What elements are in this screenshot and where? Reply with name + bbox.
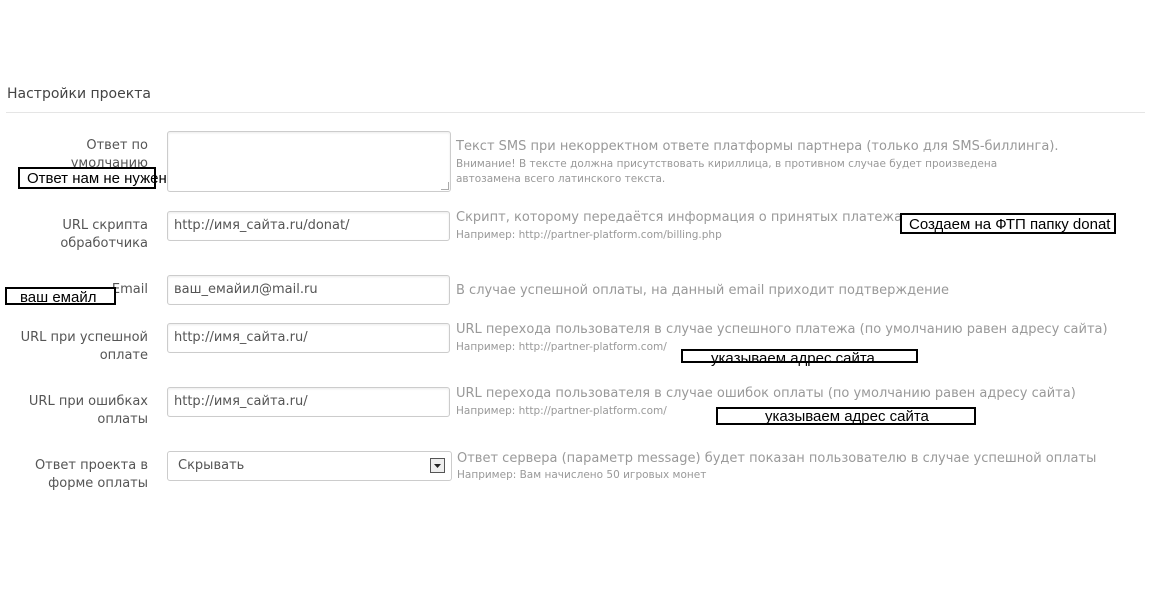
- chevron-down-icon: [434, 464, 441, 468]
- handler-url-help: Скрипт, которому передаётся информация о…: [456, 210, 910, 225]
- annotation-success-url: указываем адрес сайта: [681, 349, 918, 367]
- annotation-error-url: указываем адрес сайта: [716, 407, 976, 425]
- handler-url-example: Например: http://partner-platform.com/bi…: [456, 229, 722, 241]
- annotation-email: ваш емайл: [5, 287, 116, 306]
- error-url-example: Например: http://partner-platform.com/: [456, 405, 667, 417]
- payment-form-answer-help: Ответ сервера (параметр message) будет п…: [457, 451, 1097, 466]
- default-answer-textarea[interactable]: [167, 131, 451, 192]
- success-url-help: URL перехода пользователя в случае успеш…: [456, 322, 1108, 337]
- success-url-label: URL при успешной оплате: [10, 329, 148, 365]
- handler-url-input[interactable]: http://имя_сайта.ru/donat/: [167, 211, 450, 241]
- handler-url-label: URL скрипта обработчика: [10, 217, 148, 253]
- dropdown-button[interactable]: [430, 458, 445, 473]
- payment-form-answer-label: Ответ проекта в форме оплаты: [10, 457, 148, 493]
- error-url-label-line-1: URL при ошибках: [28, 394, 148, 409]
- resize-handle-icon[interactable]: [441, 182, 449, 190]
- section-divider: [6, 112, 1145, 113]
- payment-form-answer-example: Например: Вам начислено 50 игровых монет: [457, 469, 707, 481]
- success-url-example: Например: http://partner-platform.com/: [456, 341, 667, 353]
- payment-form-answer-select[interactable]: Скрывать: [167, 451, 452, 481]
- annotation-default-answer: Ответ нам не нужен: [18, 167, 167, 189]
- section-title: Настройки проекта: [7, 86, 151, 102]
- success-url-label-line-1: URL при успешной: [20, 330, 148, 345]
- annotation-ftp: Создаем на ФТП папку donat: [900, 213, 1116, 234]
- email-field[interactable]: ваш_емайил@mail.ru: [167, 275, 450, 305]
- default-answer-help: Текст SMS при некорректном ответе платфо…: [456, 139, 1059, 154]
- success-url-label-line-2: оплате: [99, 348, 148, 363]
- error-url-input[interactable]: http://имя_сайта.ru/: [167, 387, 450, 417]
- default-answer-warning-line-1: Внимание! В тексте должна присутствовать…: [456, 158, 998, 170]
- payment-form-answer-label-line-1: Ответ проекта в: [34, 458, 148, 473]
- handler-url-label-line-1: URL скрипта: [62, 218, 148, 233]
- error-url-label-line-2: оплаты: [97, 412, 148, 427]
- success-url-input[interactable]: http://имя_сайта.ru/: [167, 323, 450, 353]
- error-url-help: URL перехода пользователя в случае ошибо…: [456, 386, 1076, 401]
- email-help: В случае успешной оплаты, на данный emai…: [456, 283, 950, 298]
- default-answer-warning-line-2: автозамена всего латинского текста.: [456, 173, 666, 185]
- handler-url-label-line-2: обработчика: [60, 236, 148, 251]
- payment-form-answer-selected: Скрывать: [178, 458, 245, 473]
- error-url-label: URL при ошибках оплаты: [10, 393, 148, 429]
- payment-form-answer-label-line-2: форме оплаты: [48, 476, 148, 491]
